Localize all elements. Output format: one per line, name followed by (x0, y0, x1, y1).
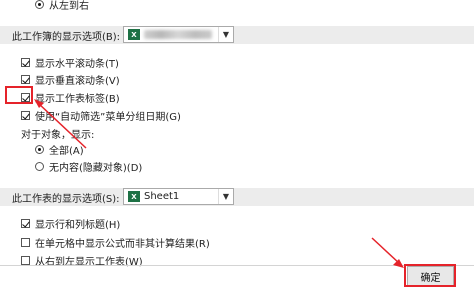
red-arrow-annotation-ok (371, 237, 404, 268)
highlight-box-ok (404, 264, 456, 287)
